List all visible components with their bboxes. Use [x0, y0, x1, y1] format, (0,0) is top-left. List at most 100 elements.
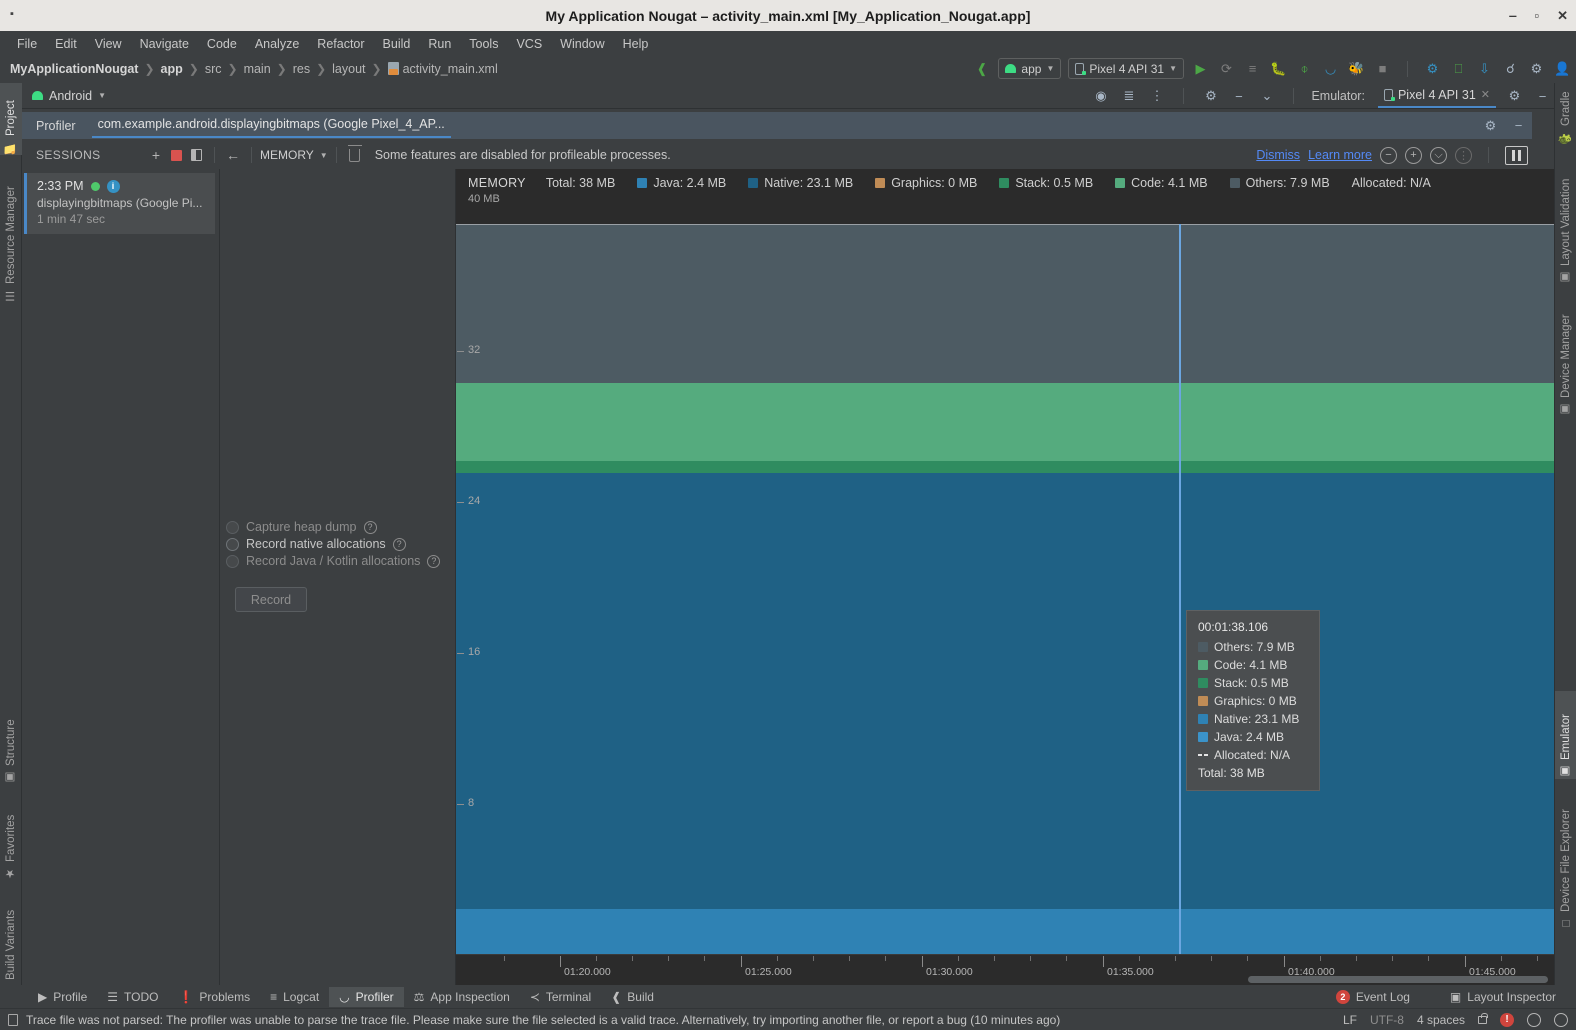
- help-icon[interactable]: ?: [363, 520, 377, 534]
- emulator-device-tab[interactable]: Pixel 4 API 31 ✕: [1377, 85, 1496, 108]
- profile-icon[interactable]: ◡: [1321, 59, 1340, 78]
- attach-debugger-icon[interactable]: ⌽: [1295, 59, 1314, 78]
- android-tab[interactable]: Android ▼: [32, 89, 106, 103]
- option-record-native-allocations[interactable]: Record native allocations ?: [226, 537, 454, 551]
- line-separator-indicator[interactable]: LF: [1343, 1013, 1357, 1027]
- dismiss-link[interactable]: Dismiss: [1256, 148, 1300, 162]
- delete-icon[interactable]: [345, 144, 365, 165]
- maximize-button[interactable]: ▫: [1534, 8, 1539, 23]
- event-log-button[interactable]: 2 Event Log: [1326, 987, 1420, 1007]
- timeline-axis[interactable]: 01:20.000 01:25.000 01:30.000 01:35.000: [456, 954, 1554, 985]
- sdk-manager-icon[interactable]: ⚙: [1423, 59, 1442, 78]
- hide-panel-icon[interactable]: −: [1509, 116, 1528, 135]
- radio-record-java-allocations[interactable]: [226, 554, 239, 568]
- status-message[interactable]: Trace file was not parsed: The profiler …: [26, 1013, 1060, 1027]
- encoding-indicator[interactable]: UTF-8: [1370, 1013, 1404, 1027]
- smiley-icon[interactable]: [1527, 1012, 1541, 1027]
- expand-all-icon[interactable]: ≣: [1119, 87, 1138, 106]
- reset-zoom-button[interactable]: ⌵: [1430, 146, 1447, 164]
- chevron-down-icon[interactable]: ⌄: [1257, 87, 1276, 106]
- menu-build[interactable]: Build: [374, 34, 420, 54]
- breadcrumb-project[interactable]: MyApplicationNougat: [10, 62, 138, 76]
- tool-window-project[interactable]: 📁 Project: [0, 83, 22, 155]
- target-icon[interactable]: ◉: [1091, 87, 1110, 106]
- help-icon[interactable]: ?: [392, 537, 406, 551]
- profiler-process-tab[interactable]: com.example.android.displayingbitmaps (G…: [91, 113, 451, 138]
- bottom-tool-terminal[interactable]: ≺ Terminal: [520, 987, 601, 1007]
- lock-icon[interactable]: [1478, 1012, 1488, 1024]
- tool-window-gradle[interactable]: 🐢 Gradle: [1555, 83, 1576, 145]
- bottom-tool-profile[interactable]: ▶ Profile: [28, 987, 97, 1007]
- tool-window-emulator[interactable]: ▣ Emulator: [1555, 691, 1576, 779]
- menu-vcs[interactable]: VCS: [507, 34, 551, 54]
- device-selector[interactable]: Pixel 4 API 31 ▼: [1068, 58, 1184, 79]
- run-button[interactable]: ▶: [1191, 59, 1210, 78]
- breadcrumb-app[interactable]: app: [161, 62, 183, 76]
- toggle-sessions-panel-button[interactable]: [186, 145, 206, 165]
- stop-icon[interactable]: ■: [1373, 59, 1392, 78]
- menu-run[interactable]: Run: [419, 34, 460, 54]
- layout-inspector-button[interactable]: ▣ Layout Inspector: [1440, 987, 1566, 1007]
- sync-gradle-icon[interactable]: ⇩: [1475, 59, 1494, 78]
- memory-timeline-chart[interactable]: MEMORY Total: 38 MB Java: 2.4 MB Native:…: [456, 169, 1554, 985]
- breadcrumb-main[interactable]: main: [244, 62, 271, 76]
- session-list-item[interactable]: 2:33 PM i displayingbitmaps (Google Pi..…: [24, 173, 215, 234]
- apply-code-changes-icon[interactable]: ≡: [1243, 59, 1262, 78]
- memory-stacked-area-plot[interactable]: 32 24 16 8 00:01:38.106 Others: 7.9 MB C…: [456, 224, 1554, 954]
- bottom-tool-profiler[interactable]: ◡ Profiler: [329, 986, 404, 1007]
- tool-window-layout-validation[interactable]: ▣ Layout Validation: [1555, 153, 1576, 285]
- menu-refactor[interactable]: Refactor: [308, 34, 373, 54]
- hide-panel-icon[interactable]: −: [1229, 87, 1248, 106]
- tool-window-device-manager[interactable]: ▣ Device Manager: [1555, 293, 1576, 417]
- bottom-tool-problems[interactable]: ❗ Problems: [168, 987, 260, 1007]
- menu-file[interactable]: File: [8, 34, 46, 54]
- info-icon[interactable]: i: [106, 179, 120, 193]
- close-button[interactable]: ✕: [1557, 8, 1568, 24]
- stop-session-button[interactable]: [166, 145, 186, 165]
- settings-gear-icon[interactable]: ⚙: [1201, 87, 1220, 106]
- back-button[interactable]: ←: [223, 145, 243, 165]
- add-session-button[interactable]: +: [146, 145, 166, 165]
- menu-help[interactable]: Help: [614, 34, 658, 54]
- close-icon[interactable]: ✕: [1481, 88, 1490, 101]
- record-button[interactable]: Record: [235, 587, 307, 612]
- tool-window-structure[interactable]: ▣ Structure: [0, 695, 22, 785]
- tool-window-resource-manager[interactable]: ☰ Resource Manager: [0, 163, 22, 303]
- breadcrumb-layout[interactable]: layout: [332, 62, 365, 76]
- error-icon[interactable]: !: [1500, 1012, 1514, 1027]
- avd-manager-icon[interactable]: ⎕: [1449, 59, 1468, 78]
- stage-selector[interactable]: MEMORY ▼: [260, 148, 328, 162]
- menu-edit[interactable]: Edit: [46, 34, 86, 54]
- settings-gear-icon[interactable]: ⚙: [1481, 116, 1500, 135]
- breadcrumb-res[interactable]: res: [293, 62, 310, 76]
- jump-to-live-button[interactable]: ⋮: [1455, 146, 1472, 164]
- run-configuration-selector[interactable]: app ▼: [998, 58, 1062, 79]
- menu-analyze[interactable]: Analyze: [246, 34, 308, 54]
- apply-changes-icon[interactable]: ⟳: [1217, 59, 1236, 78]
- tool-window-build-variants[interactable]: ⚖ Build Variants: [0, 889, 22, 999]
- indent-indicator[interactable]: 4 spaces: [1417, 1013, 1465, 1027]
- menu-window[interactable]: Window: [551, 34, 613, 54]
- bottom-tool-app-inspection[interactable]: ⚖ App Inspection: [404, 987, 520, 1007]
- zoom-in-button[interactable]: +: [1405, 146, 1422, 164]
- collapse-all-icon[interactable]: ⋮: [1147, 87, 1166, 106]
- option-record-java-allocations[interactable]: Record Java / Kotlin allocations ?: [226, 554, 454, 568]
- debug-icon[interactable]: 🐛: [1269, 59, 1288, 78]
- bottom-tool-todo[interactable]: ☰ TODO: [97, 987, 168, 1007]
- option-capture-heap-dump[interactable]: Capture heap dump ?: [226, 520, 454, 534]
- account-avatar[interactable]: 👤: [1553, 59, 1572, 78]
- bottom-tool-build[interactable]: ❰ Build: [601, 987, 664, 1007]
- search-icon[interactable]: ☌: [1501, 59, 1520, 78]
- build-hammer-icon[interactable]: ❰: [972, 59, 991, 78]
- hide-panel-icon[interactable]: −: [1533, 87, 1552, 106]
- menu-code[interactable]: Code: [198, 34, 246, 54]
- menu-navigate[interactable]: Navigate: [131, 34, 198, 54]
- frowny-icon[interactable]: [1554, 1012, 1568, 1027]
- bottom-tool-logcat[interactable]: ≡ Logcat: [260, 987, 329, 1007]
- tool-window-favorites[interactable]: ★ Favorites: [0, 793, 22, 881]
- radio-capture-heap-dump[interactable]: [226, 520, 239, 534]
- minimize-button[interactable]: ‒: [1509, 8, 1516, 23]
- pause-live-button[interactable]: [1505, 145, 1528, 165]
- learn-more-link[interactable]: Learn more: [1308, 148, 1372, 162]
- menu-view[interactable]: View: [86, 34, 131, 54]
